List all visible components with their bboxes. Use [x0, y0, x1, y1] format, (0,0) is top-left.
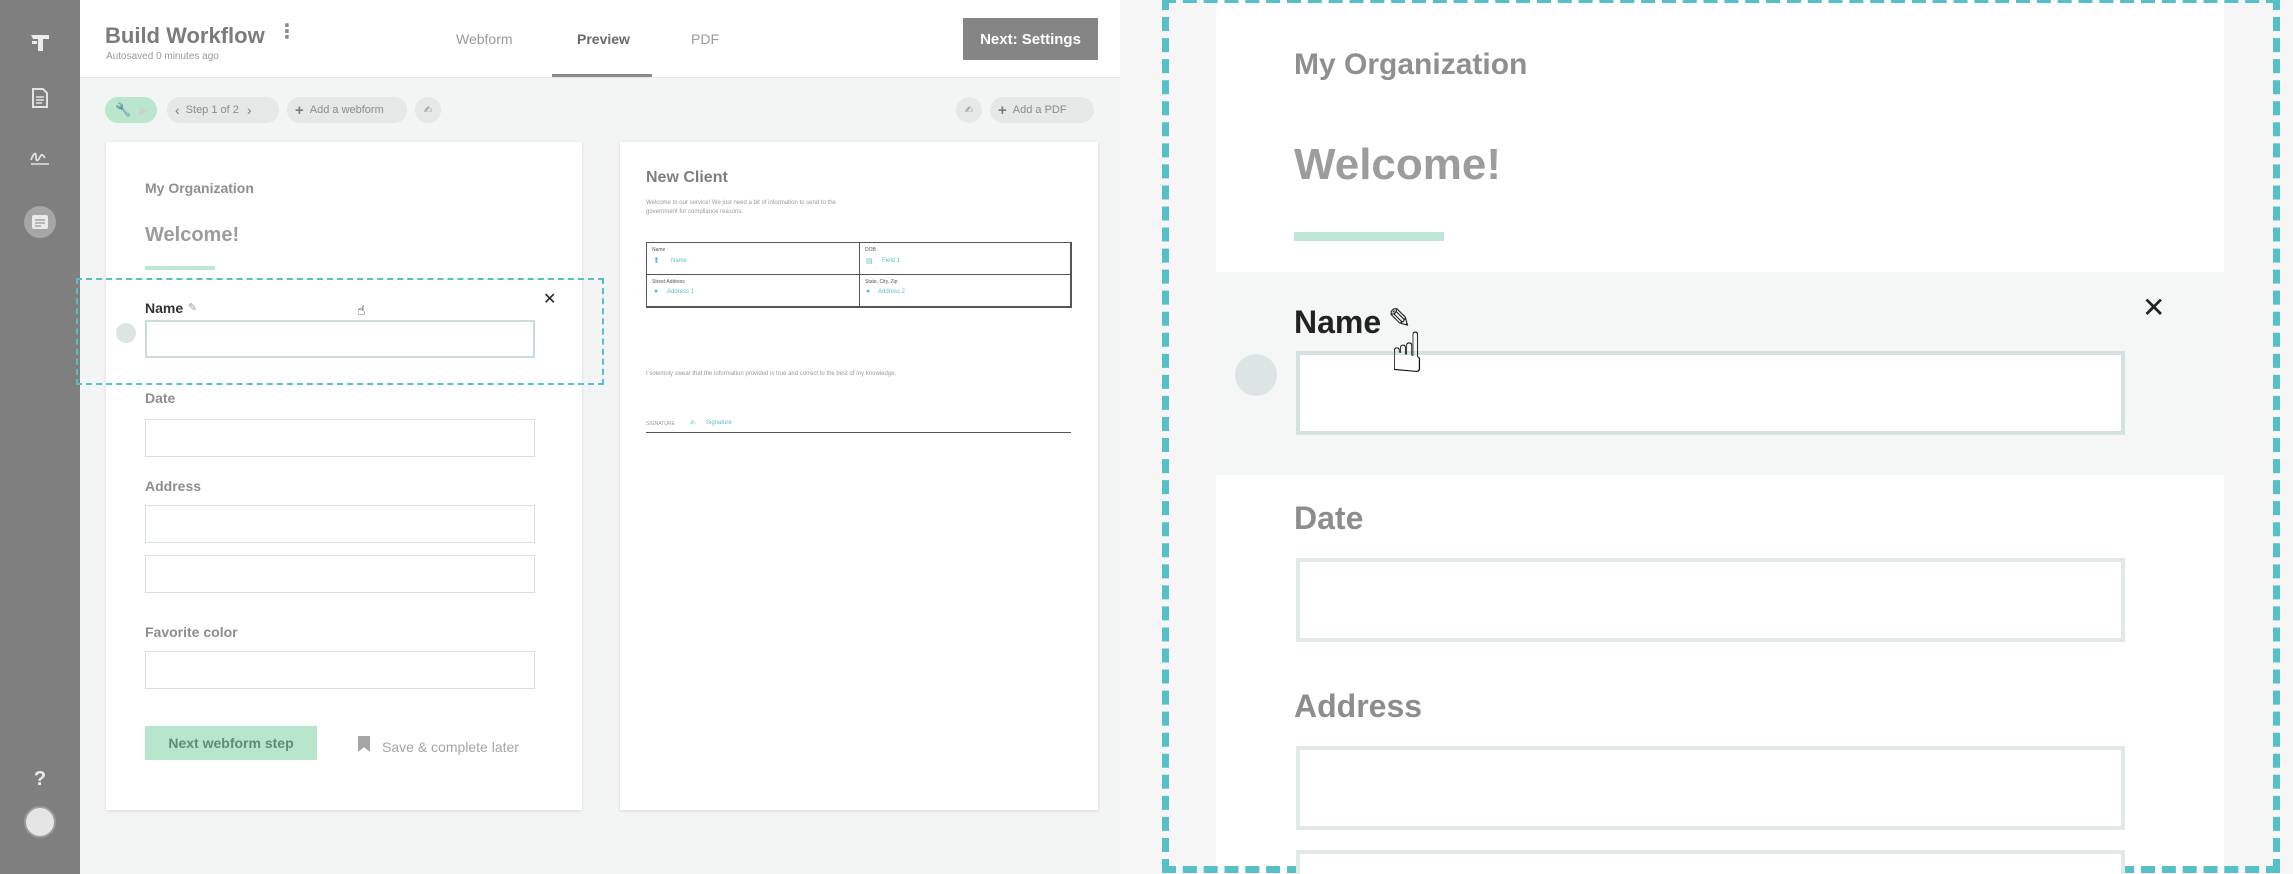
signature-label: SIGNATURE	[646, 421, 675, 427]
pdf-cell-label: Street Address	[652, 279, 685, 285]
pdf-field-address1[interactable]: Address 1	[667, 289, 694, 295]
webform-heading: Welcome!	[145, 224, 240, 246]
zoom-remove-field-icon[interactable]: ✕	[2142, 294, 2165, 322]
add-webform-button[interactable]: + Add a webform	[287, 97, 407, 123]
next-settings-button[interactable]: Next: Settings	[963, 18, 1098, 60]
zoom-outline	[1162, 0, 2280, 873]
webform-preview: My Organization Welcome! Name ✎ Date Add…	[106, 142, 582, 810]
signature-icon[interactable]	[0, 150, 80, 166]
workflow-builder: Build Workflow ⋮ Autosaved 0 minutes ago…	[76, 0, 1120, 874]
pdf-title: New Client	[646, 169, 728, 186]
active-tab-indicator	[552, 74, 652, 77]
heading-underline	[145, 266, 215, 270]
step-navigator: ‹ Step 1 of 2 ›	[167, 97, 279, 123]
selected-field-outline	[76, 278, 604, 385]
pdf-field-dob[interactable]: Field 1	[882, 258, 900, 264]
pdf-cell-label: DOB	[865, 247, 876, 253]
zoom-address-input[interactable]	[1296, 746, 2125, 830]
pdf-signature-field[interactable]: Signature	[706, 420, 732, 426]
help-icon[interactable]: ?	[0, 768, 80, 791]
signature-line	[646, 432, 1071, 433]
workflow-nav-button[interactable]	[24, 206, 56, 238]
next-step-icon[interactable]: ›	[247, 102, 252, 118]
pdf-field-address2[interactable]: Address 2	[878, 289, 905, 295]
drag-handle-icon[interactable]	[116, 323, 136, 343]
add-pdf-label: Add a PDF	[1012, 104, 1067, 116]
zoom-address-label: Address	[1294, 688, 1423, 724]
address-line2-input[interactable]	[145, 555, 535, 593]
zoom-address-line2-input[interactable]	[1296, 850, 2125, 874]
pdf-field-name[interactable]: Name	[671, 258, 687, 264]
more-options-icon[interactable]: ⋮	[277, 22, 297, 42]
pdf-cell: State, City, Zip Address 2 ●	[859, 274, 1072, 308]
pdf-cell: Street Address Address 1 ●	[646, 274, 860, 308]
play-icon[interactable]: ▶	[139, 104, 147, 117]
favorite-color-label: Favorite color	[145, 624, 238, 640]
pdf-cell-label: State, City, Zip	[865, 279, 898, 285]
pdf-attestation: I solemnly swear that the information pr…	[646, 371, 897, 377]
address-line1-input[interactable]	[145, 505, 535, 543]
plus-icon: +	[295, 101, 304, 119]
date-field-label: Date	[145, 390, 176, 406]
document-icon[interactable]	[0, 88, 80, 108]
plus-icon: +	[998, 101, 1007, 119]
pdf-intro-text: Welcome to our service! We just need a b…	[646, 200, 836, 215]
edit-mode-toggle[interactable]: 🔧 ▶	[105, 97, 157, 123]
address-field-label: Address	[145, 478, 202, 494]
signature-icon: ✍	[423, 104, 433, 116]
cursor-hand-icon: ☝	[357, 302, 366, 318]
webform-signature-button[interactable]: ✍	[415, 97, 441, 123]
date-input[interactable]	[145, 419, 535, 457]
location-pin-icon: ●	[866, 288, 871, 295]
calendar-icon: ▤	[866, 258, 873, 265]
add-pdf-button[interactable]: + Add a PDF	[990, 97, 1094, 123]
pdf-field-table: Name Name ⬆ DOB Field 1 ▤ Street Address…	[646, 242, 1072, 308]
signature-icon: ✍	[690, 420, 696, 427]
pdf-cell: Name Name ⬆	[646, 242, 860, 275]
zoom-detail-panel: My Organization Welcome! Name ✎ ✕ ☝ Date…	[1120, 0, 2293, 874]
header: Build Workflow ⋮ Autosaved 0 minutes ago…	[80, 0, 1120, 78]
zoom-organization-name: My Organization	[1294, 48, 1528, 81]
page-title: Build Workflow	[105, 23, 265, 48]
wrench-icon[interactable]: 🔧	[115, 102, 131, 118]
pdf-cell-label: Name	[652, 247, 666, 253]
save-later-link[interactable]: Save & complete later	[382, 739, 519, 755]
avatar[interactable]	[24, 806, 56, 838]
location-pin-icon: ●	[654, 288, 659, 295]
zoom-heading-underline	[1294, 232, 1444, 241]
zoom-drag-handle-icon[interactable]	[1235, 354, 1277, 396]
previous-step-icon[interactable]: ‹	[175, 102, 180, 118]
tab-preview[interactable]: Preview	[577, 31, 630, 47]
cursor-hand-icon: ☝	[1390, 321, 1425, 384]
zoom-date-input[interactable]	[1296, 558, 2125, 642]
workflow-icon	[32, 215, 48, 229]
pdf-cell: DOB Field 1 ▤	[859, 242, 1072, 275]
pdf-signature-button[interactable]: ✍	[956, 97, 982, 123]
zoom-date-label: Date	[1294, 500, 1364, 536]
tab-pdf[interactable]: PDF	[691, 31, 719, 47]
bookmark-icon[interactable]	[358, 736, 370, 752]
signature-icon: ✍	[964, 104, 974, 116]
zoom-name-label: Name	[1294, 304, 1382, 340]
step-indicator: Step 1 of 2	[185, 104, 239, 116]
remove-field-icon[interactable]: ✕	[543, 292, 556, 308]
favorite-color-input[interactable]	[145, 651, 535, 689]
screen: ? Build Workflow ⋮ Autosaved 0 minutes a…	[0, 0, 2293, 874]
tab-webform[interactable]: Webform	[456, 31, 513, 47]
zoom-heading: Welcome!	[1294, 140, 1502, 189]
organization-name: My Organization	[145, 180, 254, 196]
person-icon: ⬆	[653, 256, 660, 265]
logo-icon[interactable]	[0, 32, 80, 54]
autosave-status: Autosaved 0 minutes ago	[106, 51, 219, 62]
nav-rail: ?	[0, 0, 80, 874]
pdf-preview: New Client Welcome to our service! We ju…	[620, 142, 1098, 810]
next-webform-step-button[interactable]: Next webform step	[145, 726, 317, 760]
add-webform-label: Add a webform	[309, 104, 384, 116]
